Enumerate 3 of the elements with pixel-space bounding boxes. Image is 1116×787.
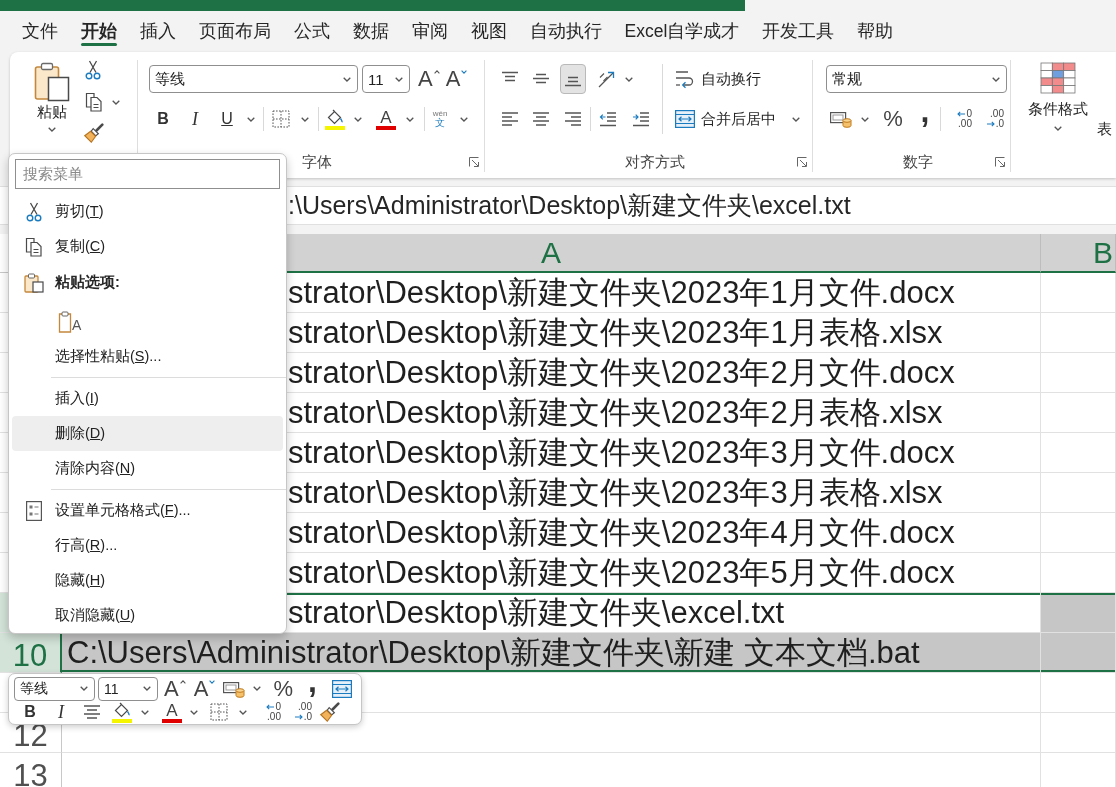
group-label: 字体 [301, 152, 332, 172]
group-label: 对齐方式 [624, 152, 685, 172]
group-label: 数字 [903, 152, 933, 172]
